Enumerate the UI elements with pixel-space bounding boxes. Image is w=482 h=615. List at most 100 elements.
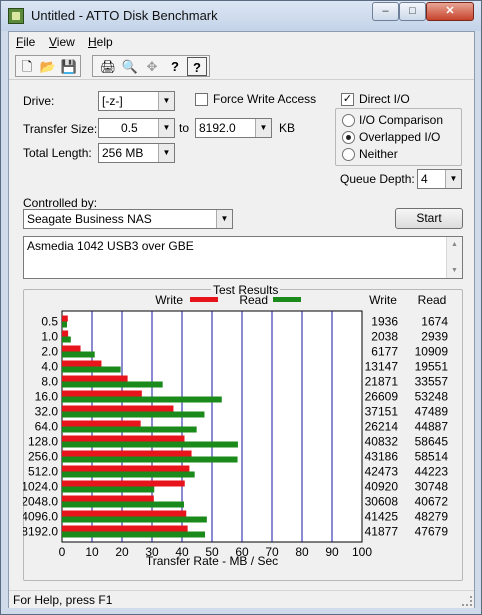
controlled-by-label: Controlled by: bbox=[23, 196, 98, 210]
write-bar bbox=[62, 465, 190, 472]
io-comparison-radio[interactable] bbox=[342, 114, 355, 127]
print-icon[interactable]: 🖨 bbox=[98, 57, 118, 76]
controlled-by-select[interactable]: Seagate Business NAS ▼ bbox=[23, 209, 233, 229]
context-help-icon[interactable]: ? bbox=[187, 57, 207, 76]
x-tick-label: 20 bbox=[115, 545, 129, 559]
read-value: 1674 bbox=[421, 315, 448, 329]
write-bar bbox=[62, 405, 174, 412]
window-title: Untitled - ATTO Disk Benchmark bbox=[31, 8, 218, 23]
chart-plot-area: 0 10 20 30 40 50 60 70 80 90 1000.5 1936 16741.0 2038… bbox=[23, 310, 449, 559]
overlapped-io-radio[interactable] bbox=[342, 131, 355, 144]
read-bar bbox=[62, 471, 195, 478]
read-bar bbox=[62, 366, 121, 373]
read-bar bbox=[62, 441, 238, 448]
write-value: 1936 bbox=[371, 315, 398, 329]
maximize-button[interactable]: □ bbox=[399, 2, 426, 21]
y-tick-label: 64.0 bbox=[35, 420, 59, 434]
io-comparison-label: I/O Comparison bbox=[359, 113, 444, 127]
read-value: 44887 bbox=[415, 420, 449, 434]
x-tick-label: 10 bbox=[85, 545, 99, 559]
write-value: 40832 bbox=[365, 435, 399, 449]
menu-help[interactable]: Help bbox=[88, 35, 113, 49]
write-bar bbox=[62, 345, 81, 352]
read-bar bbox=[62, 531, 206, 538]
menu-view[interactable]: View bbox=[49, 35, 75, 49]
write-bar bbox=[62, 435, 185, 442]
direct-io-checkbox[interactable]: ✓ bbox=[341, 93, 354, 106]
write-bar bbox=[62, 495, 154, 502]
y-tick-label: 4.0 bbox=[41, 360, 58, 374]
read-bar bbox=[62, 336, 71, 343]
write-bar bbox=[62, 375, 128, 382]
drive-label: Drive: bbox=[23, 94, 55, 108]
force-write-label: Force Write Access bbox=[213, 92, 317, 106]
read-value: 30748 bbox=[415, 480, 449, 494]
chevron-down-icon: ▼ bbox=[158, 92, 174, 110]
move-crosshair-icon[interactable]: ✥ bbox=[142, 57, 162, 76]
write-value: 21871 bbox=[365, 375, 399, 389]
app-window: Untitled - ATTO Disk Benchmark – □ ✕ Fil… bbox=[0, 0, 482, 615]
scroll-down-icon[interactable]: ▼ bbox=[447, 263, 462, 278]
y-tick-label: 2.0 bbox=[41, 345, 58, 359]
about-icon[interactable]: ? bbox=[165, 57, 185, 76]
scroll-up-icon[interactable]: ▲ bbox=[447, 237, 462, 252]
chevron-down-icon: ▼ bbox=[216, 210, 232, 228]
total-length-select[interactable]: 256 MB ▼ bbox=[98, 143, 175, 163]
read-value: 47679 bbox=[415, 525, 449, 539]
legend-write-swatch bbox=[190, 297, 218, 302]
y-tick-label: 8192.0 bbox=[23, 525, 58, 539]
write-value: 30608 bbox=[365, 495, 399, 509]
menu-bar: File View Help bbox=[9, 32, 474, 52]
open-folder-icon[interactable]: 📂 bbox=[38, 57, 58, 76]
toolbar-tools-group: 🖨 🔍 ✥ ? ? bbox=[92, 55, 210, 77]
atto-app-icon bbox=[8, 8, 24, 24]
close-button[interactable]: ✕ bbox=[426, 2, 474, 21]
neither-radio[interactable] bbox=[342, 148, 355, 161]
read-value: 40672 bbox=[415, 495, 449, 509]
read-value: 58514 bbox=[415, 450, 449, 464]
write-bar bbox=[62, 330, 69, 337]
write-value: 43186 bbox=[365, 450, 399, 464]
read-bar bbox=[62, 456, 238, 463]
start-button[interactable]: Start bbox=[395, 208, 463, 229]
write-bar bbox=[62, 450, 192, 457]
menu-file[interactable]: File bbox=[16, 35, 35, 49]
y-tick-label: 4096.0 bbox=[23, 510, 58, 524]
save-disk-icon[interactable]: 💾 bbox=[59, 57, 79, 76]
chevron-down-icon: ▼ bbox=[158, 119, 174, 137]
drive-select[interactable]: [-z-] ▼ bbox=[98, 91, 175, 111]
resize-grip-icon[interactable] bbox=[462, 596, 472, 606]
write-bar bbox=[62, 480, 185, 487]
new-document-icon[interactable]: 🗋 bbox=[17, 57, 37, 76]
y-tick-label: 32.0 bbox=[35, 405, 59, 419]
write-value: 42473 bbox=[365, 465, 399, 479]
toolbar: 🗋 📂 💾 🖨 🔍 ✥ ? ? bbox=[9, 52, 474, 80]
print-preview-icon[interactable]: 🔍 bbox=[120, 57, 140, 76]
status-text: For Help, press F1 bbox=[13, 593, 113, 607]
chevron-down-icon: ▼ bbox=[158, 144, 174, 162]
write-value: 26609 bbox=[365, 390, 399, 404]
write-bar bbox=[62, 525, 188, 532]
read-bar bbox=[62, 426, 197, 433]
y-tick-label: 0.5 bbox=[41, 315, 58, 329]
legend-read-swatch bbox=[273, 297, 301, 302]
write-bar bbox=[62, 360, 102, 367]
description-textarea[interactable]: Asmedia 1042 USB3 over GBE ▲ ▼ bbox=[23, 236, 463, 279]
transfer-size-to-select[interactable]: 8192.0 ▼ bbox=[195, 118, 272, 138]
y-tick-label: 16.0 bbox=[35, 390, 59, 404]
write-value: 37151 bbox=[365, 405, 399, 419]
force-write-checkbox[interactable] bbox=[195, 93, 208, 106]
client-area: File View Help 🗋 📂 💾 🖨 🔍 ✥ ? ? Drive: [-… bbox=[8, 31, 475, 608]
legend-write-label: Write bbox=[155, 293, 183, 307]
queue-depth-select[interactable]: 4 ▼ bbox=[417, 169, 462, 189]
title-bar[interactable]: Untitled - ATTO Disk Benchmark – □ ✕ bbox=[1, 1, 481, 31]
write-value: 6177 bbox=[371, 345, 398, 359]
read-bar bbox=[62, 486, 155, 493]
minimize-button[interactable]: – bbox=[372, 2, 399, 21]
chevron-down-icon: ▼ bbox=[255, 119, 271, 137]
transfer-size-from-select[interactable]: 0.5 ▼ bbox=[98, 118, 175, 138]
y-tick-label: 1.0 bbox=[41, 330, 58, 344]
write-value: 13147 bbox=[365, 360, 399, 374]
description-scrollbar[interactable]: ▲ ▼ bbox=[446, 237, 462, 278]
read-bar bbox=[62, 411, 205, 418]
